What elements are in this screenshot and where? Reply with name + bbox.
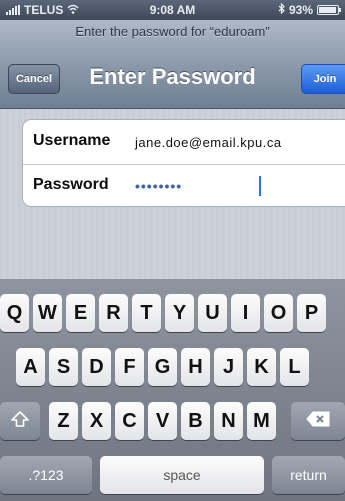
- username-row[interactable]: Username jane.doe@email.kpu.ca: [23, 120, 345, 165]
- delete-icon: [306, 410, 330, 433]
- key-w[interactable]: W: [33, 294, 62, 332]
- key-j[interactable]: J: [214, 348, 243, 386]
- key-b[interactable]: B: [181, 402, 210, 440]
- key-v[interactable]: V: [148, 402, 177, 440]
- username-label: Username: [33, 132, 111, 149]
- key-c[interactable]: C: [115, 402, 144, 440]
- key-h[interactable]: H: [181, 348, 210, 386]
- join-button[interactable]: Join: [301, 64, 345, 94]
- return-key[interactable]: return: [272, 456, 345, 494]
- network-prompt: Enter the password for “eduroam”: [75, 24, 270, 39]
- key-o[interactable]: O: [264, 294, 293, 332]
- shift-key[interactable]: [0, 402, 40, 440]
- shift-icon: [11, 410, 29, 433]
- key-f[interactable]: F: [115, 348, 144, 386]
- status-right: 93%: [278, 2, 341, 17]
- key-x[interactable]: X: [82, 402, 111, 440]
- nav-bar: Enter the password for “eduroam” Cancel …: [0, 20, 345, 109]
- key-z[interactable]: Z: [49, 402, 78, 440]
- phone-screen: TELUS 9:08 AM 93% Enter the password for…: [0, 0, 345, 501]
- form-area: Username jane.doe@email.kpu.ca Password …: [0, 109, 345, 279]
- password-row[interactable]: Password ••••••••: [23, 164, 345, 208]
- key-s[interactable]: S: [49, 348, 78, 386]
- key-t[interactable]: T: [132, 294, 161, 332]
- battery-icon: [317, 5, 341, 15]
- bluetooth-icon: [278, 2, 285, 17]
- key-k[interactable]: K: [247, 348, 276, 386]
- delete-key[interactable]: [291, 402, 345, 440]
- space-key[interactable]: space: [100, 456, 264, 494]
- key-i[interactable]: I: [231, 294, 260, 332]
- password-field[interactable]: ••••••••: [135, 178, 182, 194]
- credentials-form: Username jane.doe@email.kpu.ca Password …: [22, 119, 345, 207]
- battery-fill: [319, 7, 336, 13]
- key-m[interactable]: M: [247, 402, 276, 440]
- key-d[interactable]: D: [82, 348, 111, 386]
- key-a[interactable]: A: [16, 348, 45, 386]
- key-p[interactable]: P: [297, 294, 326, 332]
- username-field[interactable]: jane.doe@email.kpu.ca: [135, 135, 282, 150]
- key-y[interactable]: Y: [165, 294, 194, 332]
- key-n[interactable]: N: [214, 402, 243, 440]
- key-q[interactable]: Q: [0, 294, 29, 332]
- page-title: Enter Password: [89, 64, 256, 89]
- numbers-key[interactable]: .?123: [0, 456, 92, 494]
- text-cursor: [259, 176, 261, 196]
- key-g[interactable]: G: [148, 348, 177, 386]
- battery-percent: 93%: [288, 3, 313, 17]
- key-u[interactable]: U: [198, 294, 227, 332]
- password-label: Password: [33, 176, 109, 193]
- keyboard: Q W E R T Y U I O P A S D F G H J K L Z …: [0, 279, 345, 501]
- key-r[interactable]: R: [99, 294, 128, 332]
- key-l[interactable]: L: [280, 348, 309, 386]
- key-e[interactable]: E: [66, 294, 95, 332]
- status-bar: TELUS 9:08 AM 93%: [0, 0, 345, 20]
